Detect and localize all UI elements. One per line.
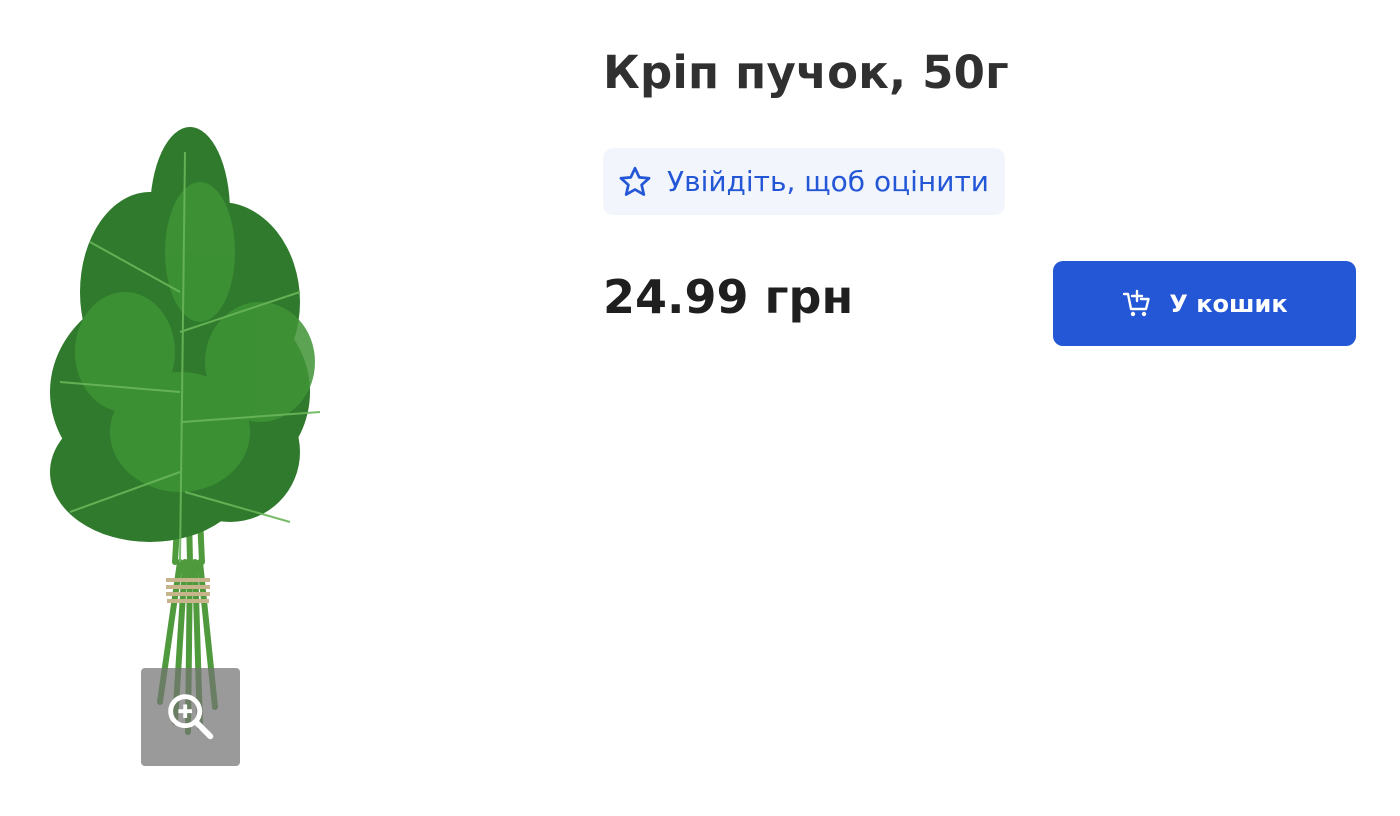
zoom-button[interactable] [141,668,240,766]
product-page: Кріп пучок, 50г Увійдіть, щоб оцінити 24… [0,0,1400,816]
product-title: Кріп пучок, 50г [603,46,1009,99]
add-to-cart-button[interactable]: У кошик [1053,261,1356,346]
product-gallery [0,0,560,816]
star-outline-icon [619,166,651,196]
product-image [50,127,321,735]
login-to-rate-button[interactable]: Увійдіть, щоб оцінити [603,148,1005,215]
rating-label: Увійдіть, щоб оцінити [667,165,989,198]
cart-add-icon [1123,289,1151,316]
product-info: Кріп пучок, 50г Увійдіть, щоб оцінити 24… [603,0,1363,816]
zoom-in-icon [167,694,213,740]
add-to-cart-label: У кошик [1169,289,1288,318]
product-price: 24.99 грн [603,270,854,324]
